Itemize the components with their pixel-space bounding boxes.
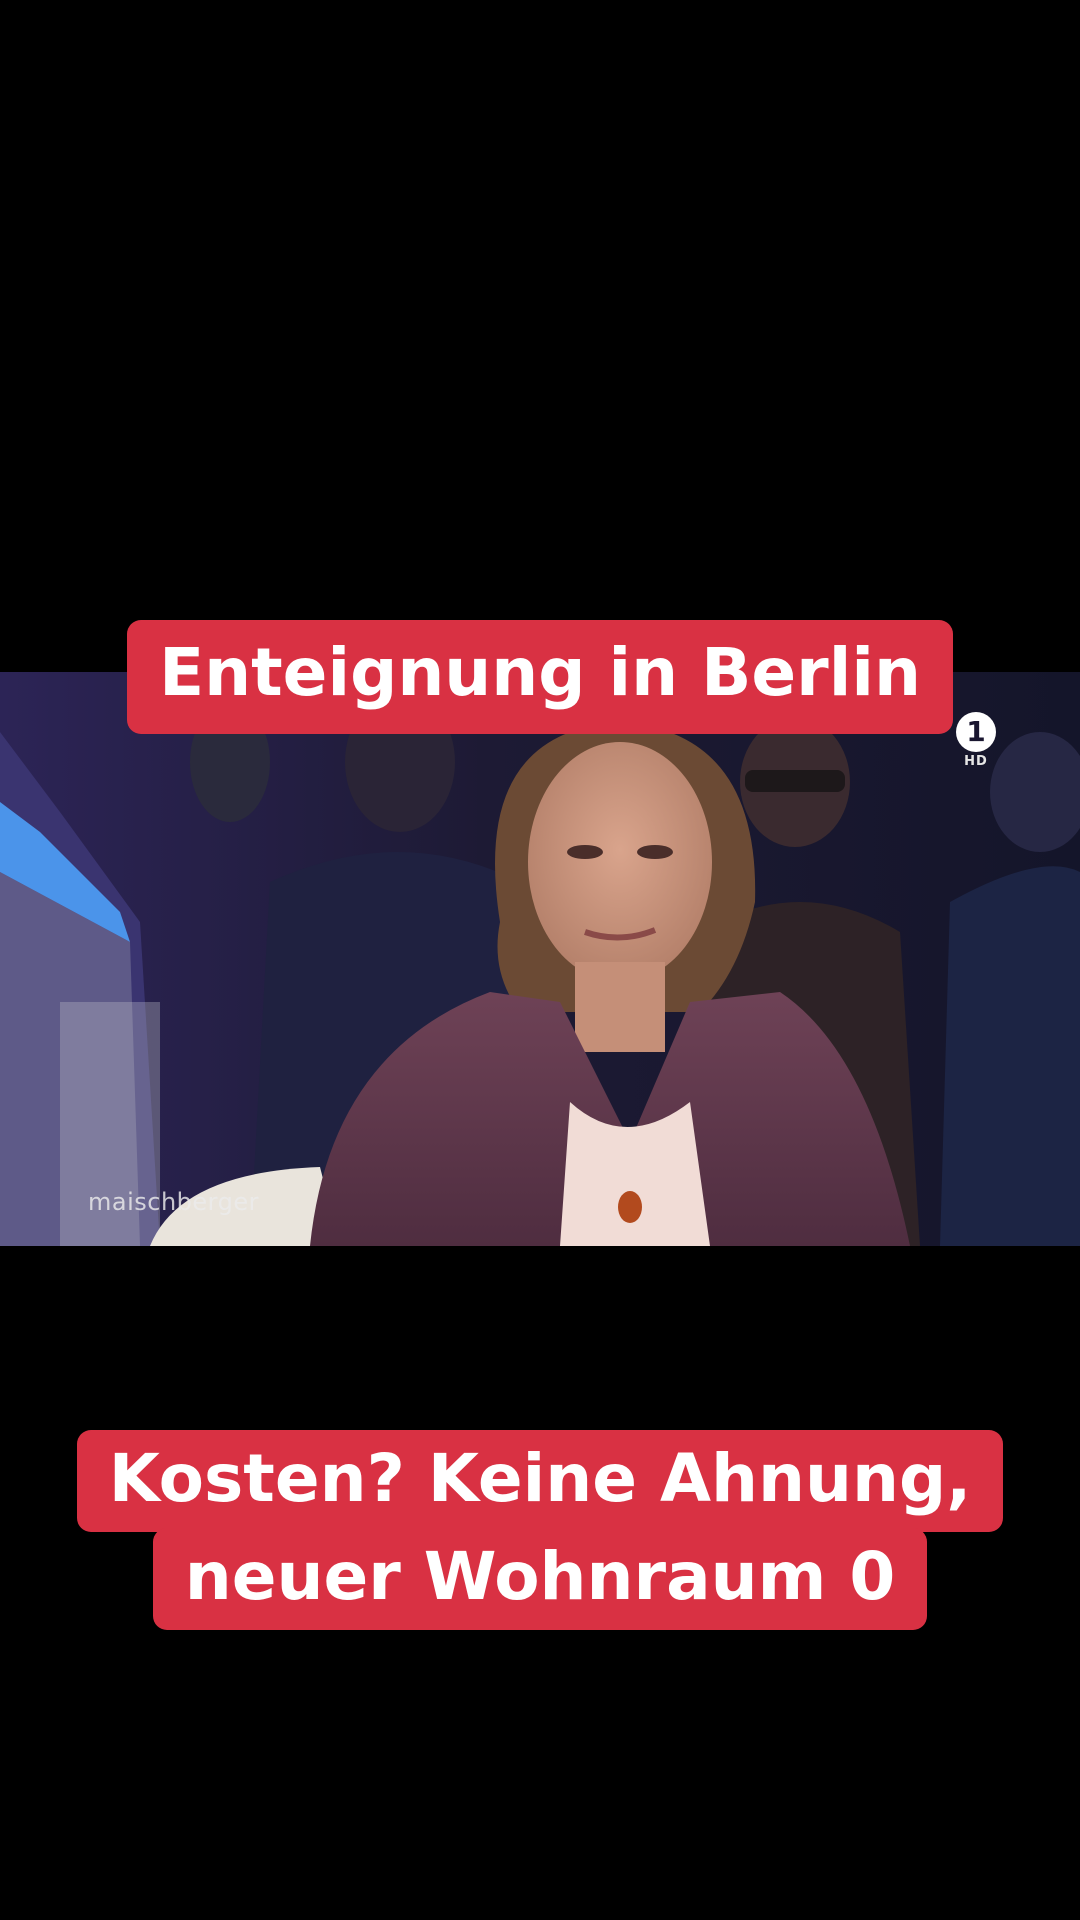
caption-top-text: Enteignung in Berlin xyxy=(127,620,953,734)
show-watermark: maischberger xyxy=(88,1188,259,1216)
caption-bottom-line-1-text: Kosten? Keine Ahnung, xyxy=(76,1430,1004,1532)
video-frame[interactable]: 1 HD maischberger xyxy=(0,672,1080,1246)
video-scene xyxy=(0,672,1080,1246)
caption-bottom-line-1: Kosten? Keine Ahnung, xyxy=(0,1430,1080,1532)
video-screen[interactable]: 1 HD maischberger Enteignung in Berlin K… xyxy=(0,0,1080,1920)
caption-bottom-line-2-text: neuer Wohnraum 0 xyxy=(152,1528,928,1630)
hd-badge: HD xyxy=(964,754,988,769)
caption-bottom: Kosten? Keine Ahnung, neuer Wohnraum 0 xyxy=(0,1430,1080,1630)
caption-bottom-line-2: neuer Wohnraum 0 xyxy=(0,1528,1080,1630)
caption-top: Enteignung in Berlin xyxy=(0,620,1080,734)
